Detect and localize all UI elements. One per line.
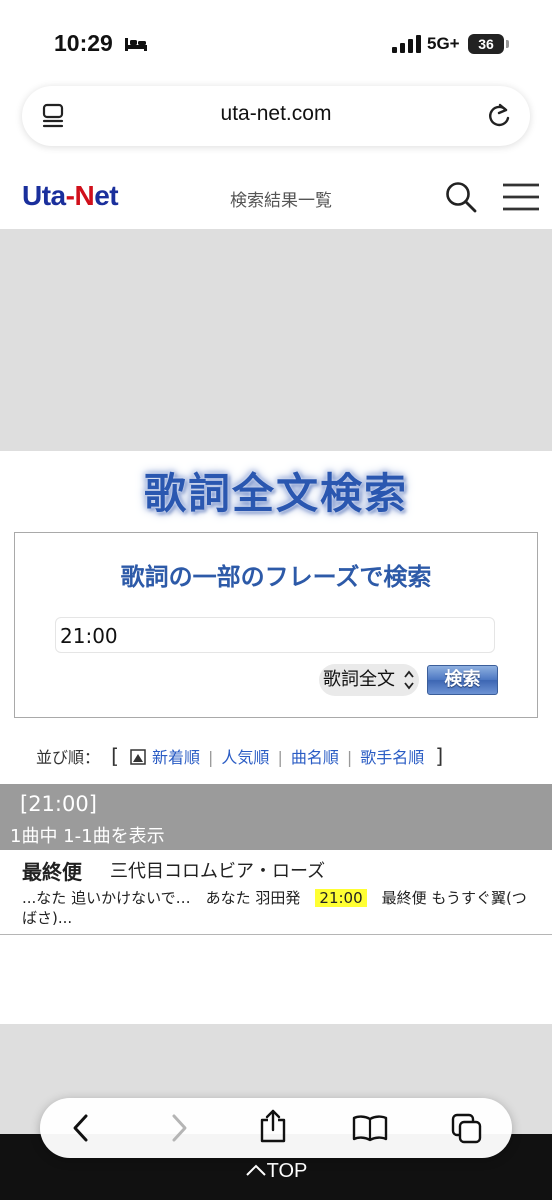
battery-level: 36 xyxy=(468,34,504,54)
sort-separator: | xyxy=(346,748,353,767)
banner-title: 歌詞全文検索 xyxy=(143,469,408,518)
sort-option-popular[interactable]: 人気順 xyxy=(221,748,269,767)
back-to-top-link[interactable]: TOP xyxy=(0,1160,552,1183)
image-icon xyxy=(130,749,146,765)
search-icon[interactable] xyxy=(444,180,478,214)
results-count: 1曲中 1-1曲を表示 xyxy=(10,826,165,847)
sort-option-artist[interactable]: 歌手名順 xyxy=(360,748,424,767)
battery-icon xyxy=(506,40,509,48)
address-bar[interactable]: uta-net.com xyxy=(22,86,530,146)
sort-open-bracket: [ xyxy=(111,744,119,768)
snippet-highlight: 21:00 xyxy=(315,889,367,907)
select-chevrons-icon xyxy=(404,670,414,690)
uta-net-logo[interactable]: Uta-Net xyxy=(22,180,119,212)
forward-arrow-icon[interactable] xyxy=(168,1112,190,1144)
site-header: Uta-Net 検索結果一覧 xyxy=(0,160,552,228)
top-link-label: TOP xyxy=(266,1160,308,1182)
page-title: 検索結果一覧 xyxy=(230,191,332,211)
caret-up-icon xyxy=(245,1164,266,1176)
network-type: 5G+ xyxy=(427,34,460,53)
cellular-signal-icon xyxy=(392,35,421,53)
sort-label: 並び順： xyxy=(36,748,101,767)
browser-toolbar xyxy=(40,1098,512,1158)
status-bar: 10:29 5G+ 36 xyxy=(0,0,552,84)
sort-close-bracket: ] xyxy=(435,744,444,768)
url-text[interactable]: uta-net.com xyxy=(22,102,530,126)
snippet-text-before: ...なた 追いかけないで… あなた 羽田発 xyxy=(22,889,316,907)
share-icon[interactable] xyxy=(258,1108,288,1144)
logo-part-et: et xyxy=(94,180,119,211)
lyrics-search-form: 歌詞の一部のフレーズで検索 21:00 歌詞全文 検索 xyxy=(14,532,538,718)
result-row[interactable]: 最終便 三代目コロムビア・ローズ ...なた 追いかけないで… あなた 羽田発 … xyxy=(0,850,552,935)
sort-option-title[interactable]: 曲名順 xyxy=(291,748,339,767)
logo-part-n: N xyxy=(74,180,95,211)
search-form-heading: 歌詞の一部のフレーズで検索 xyxy=(120,563,432,591)
back-arrow-icon[interactable] xyxy=(70,1112,92,1144)
advertisement-area xyxy=(0,229,552,451)
song-title-link[interactable]: 最終便 xyxy=(22,856,82,885)
lyrics-search-banner: 歌詞全文検索 xyxy=(0,460,552,521)
search-mode-select[interactable]: 歌詞全文 xyxy=(319,664,419,696)
results-header: [21:00] 1曲中 1-1曲を表示 xyxy=(0,784,552,850)
bookmarks-icon[interactable] xyxy=(352,1113,388,1143)
sleep-focus-icon xyxy=(125,38,147,51)
sort-order-bar: 並び順： [ 新着順 | 人気順 | 曲名順 | 歌手名順 ] xyxy=(36,744,449,768)
tabs-overview-icon[interactable] xyxy=(450,1112,484,1146)
results-search-term: [21:00] xyxy=(20,792,97,816)
hamburger-menu-icon[interactable] xyxy=(502,182,540,212)
lyrics-snippet: ...なた 追いかけないで… あなた 羽田発 21:00 最終便 もうすぐ翼(つ… xyxy=(22,888,532,928)
search-button[interactable]: 検索 xyxy=(427,665,498,695)
status-time: 10:29 xyxy=(54,30,113,56)
sort-separator: | xyxy=(208,748,214,767)
reload-icon[interactable] xyxy=(486,102,512,130)
sort-option-newest[interactable]: 新着順 xyxy=(152,748,200,767)
logo-part-uta: Uta xyxy=(22,180,66,211)
search-mode-selected: 歌詞全文 xyxy=(323,669,395,690)
sort-separator: | xyxy=(277,748,283,767)
lyrics-search-input[interactable]: 21:00 xyxy=(55,617,495,653)
artist-link[interactable]: 三代目コロムビア・ローズ xyxy=(110,857,325,883)
